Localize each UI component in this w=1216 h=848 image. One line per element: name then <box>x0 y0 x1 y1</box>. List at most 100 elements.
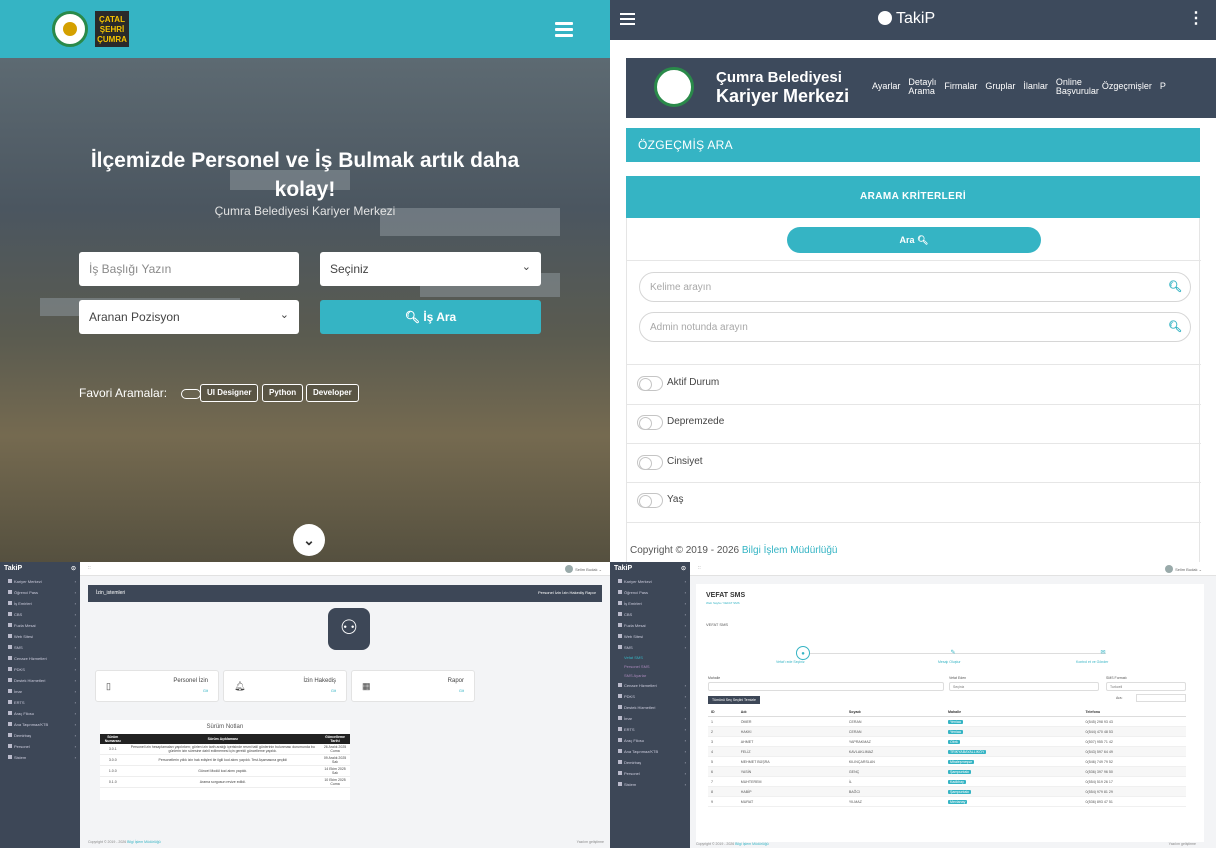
nav-detayli-arama[interactable]: Detaylı Arama <box>908 72 936 112</box>
sidebar-item[interactable]: Ana Taşınmaz/KTB › <box>610 746 690 757</box>
user-menu[interactable]: Selim Budak ⌄ <box>565 565 602 573</box>
admin-note-input[interactable]: Admin notunda arayın 🔍︎ <box>639 312 1191 342</box>
sidebar-item[interactable]: Demirbaş › <box>610 757 690 768</box>
sidebar-item[interactable]: ERTS › <box>0 697 80 708</box>
column-header[interactable]: Adı <box>737 708 846 717</box>
table-row[interactable]: 5 MEHMET BÜŞRA KILINÇARSLAN Mhaleşmeşse 0(54… <box>708 756 1186 767</box>
menu-icon[interactable] <box>555 22 573 37</box>
sidebar-item[interactable]: Cenaze Hizmetleri › <box>0 653 80 664</box>
job-title-input[interactable]: İş Başlığı Yazın <box>79 252 299 286</box>
sidebar-item[interactable]: Öğrenci Pass › <box>610 587 690 598</box>
municipality-logo[interactable] <box>52 11 88 47</box>
toggle-yas[interactable] <box>637 493 663 508</box>
sidebar-item[interactable]: İmar › <box>0 686 80 697</box>
search-icon[interactable]: 🔍︎ <box>1168 320 1182 333</box>
sidebar-subitem[interactable]: SMS Ayarlar <box>610 671 690 680</box>
sidebar-item[interactable]: İş Emirleri › <box>0 598 80 609</box>
footer-org-link[interactable]: Bilgi İşlem Müdürlüğü <box>127 840 160 844</box>
sidebar-item[interactable]: Araç Filosu › <box>0 708 80 719</box>
nav-ozgecmisler[interactable]: Özgeçmişler <box>1102 72 1152 112</box>
card-izin-hakedis[interactable]: 🔔︎ İzin Hakediş Git <box>223 670 347 702</box>
sidebar-item[interactable]: Fuzla Mesai › <box>610 620 690 631</box>
tag-ui-designer[interactable]: UI Designer <box>200 384 259 402</box>
sidebar-item[interactable]: PDKS › <box>610 691 690 702</box>
table-row[interactable]: 2 HAKKI CERAN Yeniaa 0(544) 470 48 53 <box>708 726 1186 737</box>
sidebar-item[interactable]: Web Sitesi › <box>0 631 80 642</box>
sidebar-item[interactable]: Kariyer Merkezi › <box>610 576 690 587</box>
sidebar-item[interactable]: ERTS › <box>610 724 690 735</box>
nav-ayarlar[interactable]: Ayarlar <box>872 72 900 112</box>
column-header[interactable]: Mahalle <box>944 708 1083 717</box>
sidebar-item[interactable]: Demirbaş › <box>0 730 80 741</box>
nav-gruplar[interactable]: Gruplar <box>985 72 1015 112</box>
vefat-select[interactable]: Seçiniz <box>949 682 1099 691</box>
column-header[interactable]: Telefonu <box>1082 708 1186 717</box>
column-header[interactable]: Soyadı <box>845 708 945 717</box>
sidebar-item[interactable]: Destek Hizmetleri › <box>0 675 80 686</box>
step-1-icon[interactable]: ● <box>796 646 810 660</box>
sidebar-item[interactable]: PDKS › <box>0 664 80 675</box>
sidebar-item[interactable]: Web Sitesi › <box>610 631 690 642</box>
nav-more[interactable]: P <box>1160 72 1166 112</box>
search-icon[interactable]: 🔍︎ <box>1168 280 1182 293</box>
scroll-down-icon[interactable]: ⌄ <box>293 524 325 556</box>
toggle-depremzede[interactable] <box>637 415 663 430</box>
table-row[interactable]: 7 MUHTEREM İL Kadkhay 0(554) 519 26 17 <box>708 776 1186 787</box>
send-icon[interactable]: ✉ <box>1096 646 1110 660</box>
table-row[interactable]: 4 FELİZ KAVLAKLIMAZ TRİKYABAYALLIKÖY 0(543) … <box>708 746 1186 757</box>
table-row[interactable]: 3 AHMET YAPRAKMAZ Obrk 0(507) 955 71 42 <box>708 736 1186 747</box>
breadcrumb[interactable]: Web Sayfa / VEFAT SMS <box>706 601 740 605</box>
sidebar-item[interactable]: SMS › <box>610 642 690 653</box>
format-select[interactable]: Turkcell <box>1106 682 1186 691</box>
sidebar-item[interactable]: Kariyer Merkezi › <box>0 576 80 587</box>
job-search-button[interactable]: 🔍︎ İş Ara <box>320 300 541 334</box>
keyword-input[interactable]: Kelime arayın 🔍︎ <box>639 272 1191 302</box>
sidebar-item[interactable]: Ana Taşınmaz/KTB › <box>0 719 80 730</box>
position-select[interactable]: Aranan Pozisyon ⌄ <box>79 300 299 334</box>
table-row[interactable]: 9 MURAT YILMAZ Mevlanay 0(536) 893 47 51 <box>708 796 1186 807</box>
card-link[interactable]: Git <box>459 688 464 693</box>
sidebar-item[interactable]: İş Emirleri › <box>610 598 690 609</box>
table-row[interactable]: 8 HABİP BAĞCI Şampuntakı 0(554) 979 81 29 <box>708 786 1186 797</box>
toggle-cinsiyet[interactable] <box>637 455 663 470</box>
column-header[interactable]: ID <box>708 708 738 717</box>
toggle-aktif-durum[interactable] <box>637 376 663 391</box>
favorites-toggle[interactable] <box>181 389 201 399</box>
search-button[interactable]: Ara 🔍︎ <box>787 227 1041 253</box>
menu-icon[interactable] <box>620 13 635 25</box>
tag-developer[interactable]: Developer <box>306 384 359 402</box>
table-row[interactable]: 6 YASİN GENÇ Şampuntakı 0(536) 397 96 50 <box>708 766 1186 777</box>
copyright-org-link[interactable]: Bilgi İşlem Müdürlüğü <box>742 545 838 556</box>
municipality-logo[interactable] <box>654 67 694 107</box>
card-link[interactable]: Git <box>203 688 208 693</box>
tag-python[interactable]: Python <box>262 384 304 402</box>
table-search-input[interactable] <box>1136 694 1186 702</box>
sidebar-item[interactable]: Cenaze Hizmetleri › <box>610 680 690 691</box>
table-row[interactable]: 1 ÖMER CERAN Yeniaa 0(545) 298 93 43 <box>708 716 1186 727</box>
sidebar-toggle-icon[interactable]: ⊙ <box>681 565 686 572</box>
nav-ilanlar[interactable]: İlanlar <box>1023 72 1048 112</box>
sidebar-item[interactable]: SMS › <box>0 642 80 653</box>
sidebar-item[interactable]: Sistem › <box>610 779 690 790</box>
sidebar-subitem[interactable]: Personel SMS <box>610 662 690 671</box>
sidebar-item[interactable]: Fuzla Mesai › <box>0 620 80 631</box>
card-personel-izin[interactable]: ▯ Personel İzin Git <box>95 670 219 702</box>
user-menu[interactable]: Selim Budak ⌄ <box>1165 565 1202 573</box>
sidebar-item[interactable]: İmar › <box>610 713 690 724</box>
sidebar-toggle-icon[interactable]: ⊙ <box>71 565 76 572</box>
header-links[interactable]: Personel İzin İzin Hakediş Rapor <box>538 590 596 595</box>
nav-firmalar[interactable]: Firmalar <box>944 72 977 112</box>
sidebar-item[interactable]: Sistem › <box>0 752 80 763</box>
sidebar-item[interactable]: Personel › <box>0 741 80 752</box>
sidebar-item[interactable]: CBS › <box>610 609 690 620</box>
sidebar-item[interactable]: Araç Filosu › <box>610 735 690 746</box>
card-rapor[interactable]: ▦ Rapor Git <box>351 670 475 702</box>
more-vertical-icon[interactable]: ⋮ <box>1188 8 1204 28</box>
pencil-icon[interactable]: ✎ <box>946 646 960 660</box>
grid-icon[interactable]: :: <box>88 565 91 571</box>
card-link[interactable]: Git <box>331 688 336 693</box>
category-select[interactable]: Seçiniz ⌄ <box>320 252 541 286</box>
sidebar-item[interactable]: CBS › <box>0 609 80 620</box>
sidebar-item[interactable]: Öğrenci Pass › <box>0 587 80 598</box>
mahalle-select[interactable] <box>708 682 944 691</box>
